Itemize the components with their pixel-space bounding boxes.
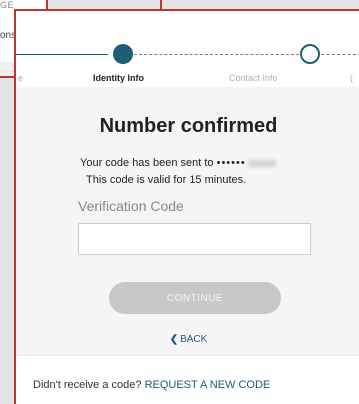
step-label-previous: e xyxy=(18,73,24,83)
continue-button[interactable]: CONTINUE xyxy=(109,282,281,314)
verification-code-input[interactable] xyxy=(78,223,311,255)
step-label-identity-info: Identity Info xyxy=(93,73,144,83)
back-link[interactable]: ❮ BACK xyxy=(16,334,359,345)
step-current-dot xyxy=(113,44,133,64)
progress-stepper: e Identity Info Contact Info ( xyxy=(16,11,359,88)
step-label-next-cut: ( xyxy=(350,73,353,83)
masked-phone-number: •••••• xyxy=(216,157,246,169)
code-sent-message: Your code has been sent to •••••• xyxy=(80,157,276,169)
verification-modal: e Identity Info Contact Info ( Number co… xyxy=(14,9,359,404)
back-label: BACK xyxy=(180,334,208,345)
step-connector-complete xyxy=(16,54,108,55)
resend-message: Didn't receive a code? REQUEST A NEW COD… xyxy=(33,379,270,391)
code-sent-prefix: Your code has been sent to xyxy=(80,157,214,169)
step-connector-pending-end xyxy=(316,54,359,55)
step-connector-pending xyxy=(134,54,304,55)
step-label-contact-info: Contact Info xyxy=(229,73,278,83)
background-heading-fragment: GE xyxy=(0,0,15,10)
resend-prompt: Didn't receive a code? xyxy=(33,379,142,391)
resend-footer: Didn't receive a code? REQUEST A NEW COD… xyxy=(16,355,359,404)
request-new-code-link[interactable]: REQUEST A NEW CODE xyxy=(145,379,271,391)
verification-code-label: Verification Code xyxy=(78,198,184,214)
chevron-left-icon: ❮ xyxy=(169,334,179,345)
page-title: Number confirmed xyxy=(99,115,278,137)
verification-content: Number confirmed Your code has been sent… xyxy=(16,87,359,355)
step-next-dot xyxy=(300,44,320,64)
redacted-digits xyxy=(247,159,276,167)
code-validity-message: This code is valid for 15 minutes. xyxy=(86,174,247,186)
